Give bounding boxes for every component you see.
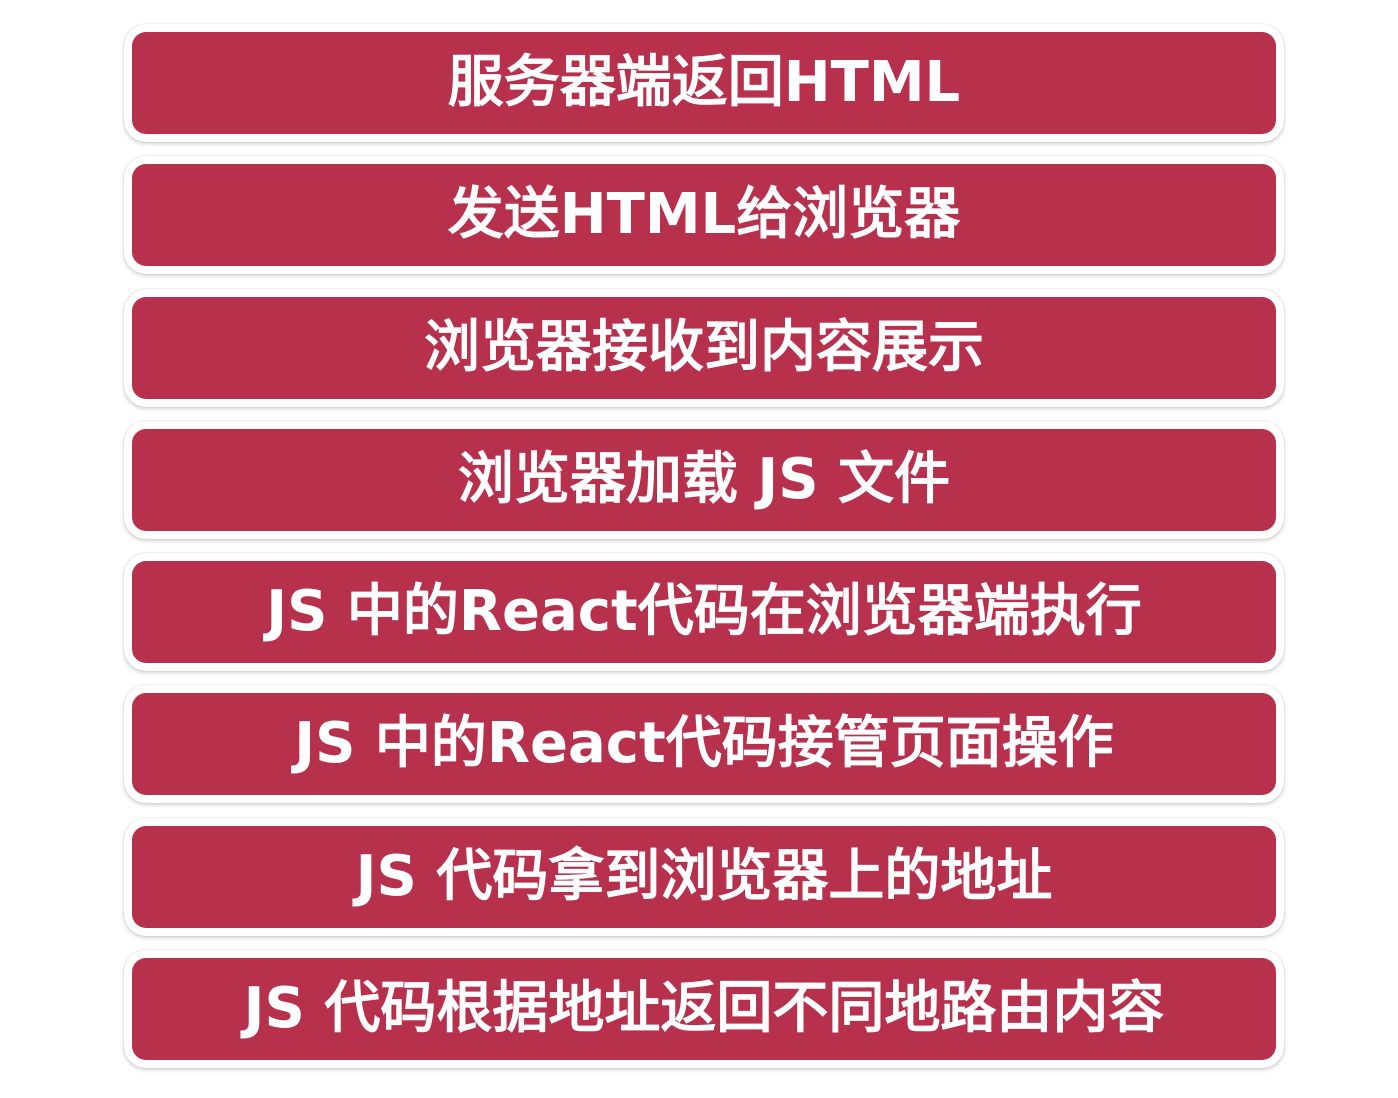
step-1-label: 服务器端返回HTML bbox=[447, 50, 961, 115]
step-4-box: 浏览器加载 JS 文件 bbox=[124, 420, 1284, 539]
flow-steps: 服务器端返回HTML 发送HTML给浏览器 浏览器接收到内容展示 浏览器加载 J… bbox=[124, 24, 1284, 1082]
step-2-fill: 发送HTML给浏览器 bbox=[132, 164, 1276, 267]
step-2-box: 发送HTML给浏览器 bbox=[124, 156, 1284, 275]
step-6-label: JS 中的React代码接管页面操作 bbox=[294, 711, 1114, 777]
step-7-fill: JS 代码拿到浏览器上的地址 bbox=[132, 825, 1276, 928]
step-4-fill: 浏览器加载 JS 文件 bbox=[132, 428, 1276, 531]
step-8-fill: JS 代码根据地址返回不同地路由内容 bbox=[132, 958, 1276, 1061]
step-1-box: 服务器端返回HTML bbox=[124, 24, 1284, 142]
step-6-box: JS 中的React代码接管页面操作 bbox=[124, 685, 1284, 804]
step-3-box: 浏览器接收到内容展示 bbox=[124, 288, 1284, 407]
step-7-label: JS 代码拿到浏览器上的地址 bbox=[355, 843, 1053, 909]
step-6-fill: JS 中的React代码接管页面操作 bbox=[132, 693, 1276, 796]
step-5-box: JS 中的React代码在浏览器端执行 bbox=[124, 553, 1284, 672]
step-1-fill: 服务器端返回HTML bbox=[132, 32, 1276, 134]
step-7-box: JS 代码拿到浏览器上的地址 bbox=[124, 817, 1284, 936]
step-2-label: 发送HTML给浏览器 bbox=[447, 182, 961, 248]
step-5-fill: JS 中的React代码在浏览器端执行 bbox=[132, 561, 1276, 664]
step-3-fill: 浏览器接收到内容展示 bbox=[132, 296, 1276, 399]
step-8-box: JS 代码根据地址返回不同地路由内容 bbox=[124, 950, 1284, 1069]
step-8-label: JS 代码根据地址返回不同地路由内容 bbox=[243, 976, 1165, 1042]
step-4-label: 浏览器加载 JS 文件 bbox=[457, 446, 951, 512]
step-3-label: 浏览器接收到内容展示 bbox=[424, 314, 984, 380]
step-5-label: JS 中的React代码在浏览器端执行 bbox=[266, 579, 1142, 645]
